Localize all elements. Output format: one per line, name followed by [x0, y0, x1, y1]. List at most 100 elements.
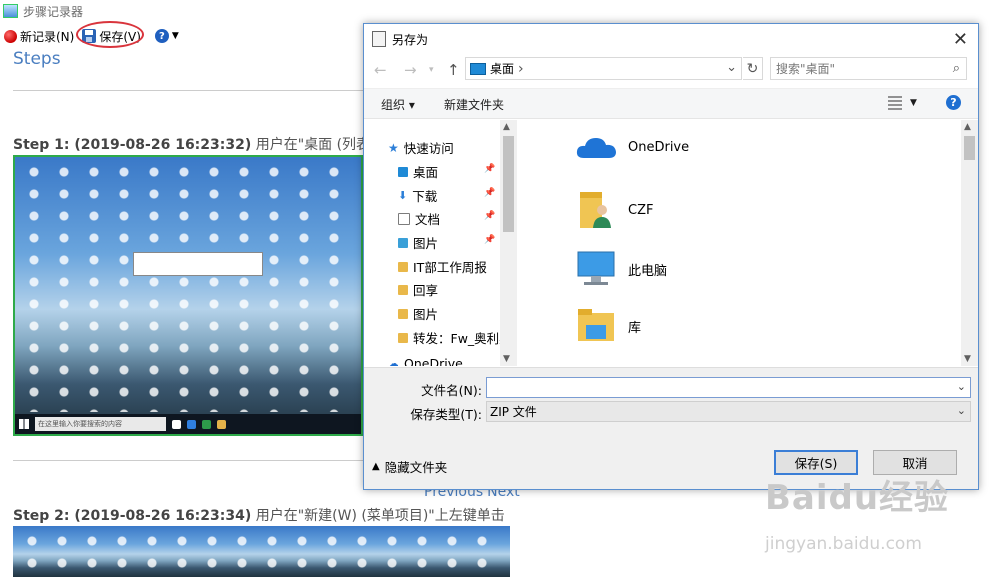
pictures-icon: [398, 237, 408, 248]
chevron-up-icon: ▲: [372, 461, 380, 472]
scroll-down-icon[interactable]: ▼: [964, 354, 971, 364]
folder-icon: [398, 261, 408, 272]
navigation-pane: ★ 快速访问 桌面 📌 ⬇ 下载 📌 文档 📌 图片 📌 IT部工作周报 回享 …: [364, 120, 514, 367]
filetype-value: ZIP 文件: [490, 405, 537, 419]
dialog-icon: [372, 31, 386, 47]
hide-folders-toggle[interactable]: ▲ 隐藏文件夹: [372, 457, 447, 476]
nav-item-documents[interactable]: 文档: [398, 209, 440, 228]
taskbar-search: 在这里输入你要搜索的内容: [35, 417, 166, 431]
folder-icon: [398, 308, 408, 319]
organize-menu[interactable]: 组织 ▾: [381, 96, 415, 113]
recent-locations-icon[interactable]: ▾: [429, 65, 434, 75]
watermark-url: jingyan.baidu.com: [765, 534, 922, 554]
pin-icon[interactable]: 📌: [484, 235, 495, 245]
chevron-down-icon[interactable]: ⌄: [957, 380, 966, 393]
user-folder-icon: [580, 192, 611, 228]
pin-icon[interactable]: 📌: [484, 188, 495, 198]
chevron-down-icon[interactable]: ⌄: [726, 60, 737, 75]
chevron-down-icon[interactable]: ⌄: [957, 404, 966, 417]
new-record-button[interactable]: 新记录(N): [0, 25, 78, 47]
nav-item-pictures[interactable]: 图片: [398, 233, 438, 252]
scroll-thumb[interactable]: [503, 136, 514, 232]
nav-item-downloads[interactable]: ⬇ 下载: [398, 186, 437, 205]
psr-titlebar: 步骤记录器: [0, 0, 363, 22]
folder-icon: [398, 284, 408, 295]
dialog-title: 另存为: [392, 32, 429, 47]
onedrive-cloud-icon: [576, 138, 616, 158]
mini-steps-recorder-window: [133, 252, 263, 276]
breadcrumb-separator[interactable]: ›: [518, 61, 524, 77]
file-item-czf[interactable]: CZF: [574, 188, 653, 232]
task-view-icon: [172, 419, 181, 429]
taskbar: 在这里输入你要搜索的内容: [15, 414, 361, 434]
file-item-this-pc[interactable]: 此电脑: [574, 248, 667, 290]
filename-label: 文件名(N):: [421, 383, 482, 398]
file-item-libraries[interactable]: 库: [574, 305, 641, 347]
divider: [13, 460, 363, 461]
step-1-title: Step 1: (2019-08-26 16:23:32): [13, 137, 252, 153]
nav-item-forward-folder[interactable]: 转发：Fw_奥利奥: [398, 328, 512, 347]
help-icon: ?: [154, 29, 169, 43]
chevron-down-icon[interactable]: ▼: [910, 98, 917, 108]
watermark-logo: Baidu经验: [765, 478, 950, 518]
pin-icon[interactable]: 📌: [484, 164, 495, 174]
forward-arrow-icon[interactable]: →: [404, 61, 417, 79]
step-1-title-row: Step 1: (2019-08-26 16:23:32) 用户在"桌面 (列表…: [13, 134, 396, 154]
new-folder-button[interactable]: 新建文件夹: [444, 96, 504, 113]
file-list-scrollbar[interactable]: ▲ ▼: [961, 120, 978, 366]
back-arrow-icon[interactable]: ←: [374, 61, 387, 79]
address-bar[interactable]: 桌面 › ⌄: [465, 57, 742, 80]
scroll-thumb[interactable]: [964, 136, 975, 160]
scroll-up-icon[interactable]: ▲: [503, 122, 510, 132]
nav-item-pictures-2[interactable]: 图片: [398, 304, 438, 323]
step-2-screenshot: [13, 526, 510, 577]
scroll-up-icon[interactable]: ▲: [964, 122, 971, 132]
nav-item-onedrive[interactable]: ☁ OneDrive: [388, 356, 463, 366]
file-item-onedrive[interactable]: OneDrive: [574, 132, 689, 162]
pin-icon[interactable]: 📌: [484, 211, 495, 221]
close-icon[interactable]: ✕: [953, 29, 968, 50]
search-input[interactable]: 搜索"桌面" ⌕: [770, 57, 967, 80]
dialog-titlebar: 另存为 ✕: [364, 24, 978, 54]
filetype-label: 保存类型(T):: [410, 407, 482, 422]
search-placeholder: 搜索"桌面": [776, 62, 836, 76]
step-2-description: 用户在"新建(W) (菜单项目)"上左键单击: [255, 508, 505, 524]
nav-item-huixiang[interactable]: 回享: [398, 280, 438, 299]
browser-icon: [187, 419, 196, 429]
step-1-screenshot: 在这里输入你要搜索的内容: [13, 155, 363, 436]
folder-icon: [217, 419, 226, 429]
windows-start-icon: [19, 419, 29, 429]
nav-item-it-weekly[interactable]: IT部工作周报: [398, 257, 487, 276]
document-icon: [398, 212, 410, 225]
save-as-dialog: 另存为 ✕ ← → ▾ ↑ 桌面 › ⌄ ↻ 搜索"桌面" ⌕ 组织 ▾ 新建文…: [363, 23, 979, 490]
command-bar: 组织 ▾ 新建文件夹 ▼ ?: [364, 88, 978, 119]
view-options-icon[interactable]: [888, 96, 902, 110]
cloud-icon: ☁: [388, 357, 399, 366]
desktop-icons: [19, 161, 357, 412]
nav-item-quick-access[interactable]: ★ 快速访问: [388, 138, 454, 157]
record-icon: [4, 29, 17, 43]
steps-heading: Steps: [13, 49, 61, 69]
refresh-button[interactable]: ↻: [743, 57, 763, 80]
scroll-down-icon[interactable]: ▼: [503, 354, 510, 364]
up-arrow-icon[interactable]: ↑: [447, 61, 460, 79]
filetype-select[interactable]: ZIP 文件 ⌄: [486, 401, 971, 422]
nav-item-desktop[interactable]: 桌面: [398, 162, 438, 181]
desktop-icon: [470, 62, 486, 75]
search-icon: ⌕: [952, 61, 960, 76]
address-row: ← → ▾ ↑ 桌面 › ⌄ ↻ 搜索"桌面" ⌕: [364, 57, 978, 83]
computer-icon: [577, 251, 615, 285]
help-button[interactable]: ? ▼: [151, 25, 183, 47]
app-icon: [202, 419, 211, 429]
nav-scrollbar[interactable]: ▲ ▼: [500, 120, 517, 366]
step-2-title: Step 2: (2019-08-26 16:23:34): [13, 508, 252, 524]
divider: [13, 90, 363, 91]
step-2-title-row: Step 2: (2019-08-26 16:23:34) 用户在"新建(W) …: [13, 505, 505, 525]
library-folder-icon: [578, 309, 614, 341]
psr-window-title: 步骤记录器: [23, 4, 84, 19]
help-icon[interactable]: ?: [946, 95, 961, 110]
desktop-icons: [17, 530, 506, 573]
baidu-jingyan-watermark: Baidu经验 jingyan.baidu.com: [765, 470, 975, 570]
highlight-circle-annotation: [76, 21, 144, 48]
filename-field[interactable]: ⌄: [486, 377, 971, 398]
